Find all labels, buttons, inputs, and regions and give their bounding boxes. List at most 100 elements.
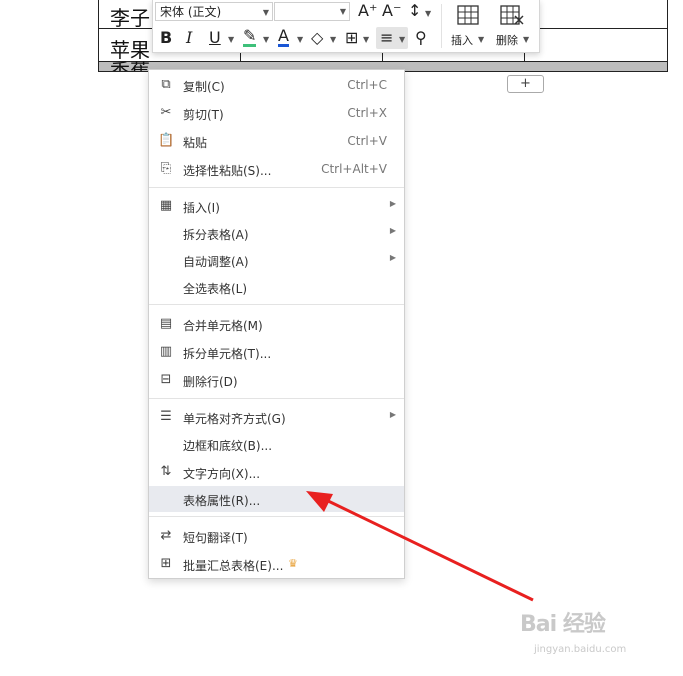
menu-item-copy[interactable]: ⧉ 复制(C) Ctrl+C xyxy=(149,72,404,98)
table-insert-icon: ▦ xyxy=(159,198,173,213)
table-insert-icon xyxy=(457,5,479,25)
menu-item-label: 全选表格(L) xyxy=(183,282,248,296)
crown-icon: ♛ xyxy=(288,557,298,570)
menu-item-split-table[interactable]: 拆分表格(A) ▶ xyxy=(149,220,404,246)
chevron-down-icon: ▼ xyxy=(262,8,269,17)
menu-item-label: 批量汇总表格(E)... xyxy=(183,559,284,573)
menu-item-batch-summary[interactable]: ⊞ 批量汇总表格(E)... ♛ xyxy=(149,551,404,577)
menu-item-label: 拆分表格(A) xyxy=(183,228,249,242)
menu-item-label: 合并单元格(M) xyxy=(183,319,263,333)
chevron-down-icon: ▼ xyxy=(330,35,337,44)
menu-item-cut[interactable]: ✂ 剪切(T) Ctrl+X xyxy=(149,100,404,126)
menu-separator xyxy=(149,187,404,188)
menu-item-shortcut: Ctrl+X xyxy=(347,106,387,120)
line-spacing-button[interactable]: ↕ xyxy=(408,1,421,20)
submenu-arrow-icon: ▶ xyxy=(389,410,396,419)
menu-item-merge-cells[interactable]: ▤ 合并单元格(M) xyxy=(149,311,404,337)
format-painter-button[interactable]: ⚲ xyxy=(415,28,427,47)
menu-item-select-table[interactable]: 全选表格(L) xyxy=(149,274,404,300)
menu-item-label: 复制(C) xyxy=(183,80,225,94)
translate-icon: ⇄ xyxy=(160,528,172,543)
paste-icon: 📋 xyxy=(158,133,175,148)
grow-font-button[interactable]: A⁺ xyxy=(358,1,377,20)
menu-item-translate[interactable]: ⇄ 短句翻译(T) xyxy=(149,523,404,549)
submenu-arrow-icon: ▶ xyxy=(389,253,396,262)
delete-button[interactable]: 删除 ▼ xyxy=(493,3,533,49)
menu-item-label: 自动调整(A) xyxy=(183,255,249,269)
submenu-arrow-icon: ▶ xyxy=(389,199,396,208)
menu-item-shortcut: Ctrl+C xyxy=(347,78,387,92)
menu-item-text-direction[interactable]: ⇅ 文字方向(X)... xyxy=(149,459,404,485)
table-cell[interactable]: 李子 xyxy=(110,2,150,31)
add-row-button[interactable]: + xyxy=(507,75,544,93)
text-direction-icon: ⇅ xyxy=(160,464,172,479)
menu-item-label: 选择性粘贴(S)... xyxy=(183,164,272,178)
table-cell[interactable]: 香蕉 xyxy=(110,61,150,71)
watermark-site: jingyan.baidu.com xyxy=(534,644,627,655)
baidu-jingyan-watermark: Bai 经验 jingyan.baidu.com xyxy=(520,600,680,670)
chevron-down-icon: ▼ xyxy=(228,35,235,44)
menu-item-label: 插入(I) xyxy=(183,201,220,215)
menu-item-delete-row[interactable]: ⊟ 删除行(D) xyxy=(149,367,404,393)
chevron-down-icon: ▼ xyxy=(399,35,406,44)
split-cells-icon: ▥ xyxy=(159,344,173,359)
menu-item-autofit[interactable]: 自动调整(A) ▶ xyxy=(149,247,404,273)
menu-separator xyxy=(149,304,404,305)
chevron-down-icon: ▼ xyxy=(263,35,270,44)
delete-row-icon: ⊟ xyxy=(160,372,172,387)
chevron-down-icon: ▼ xyxy=(297,35,304,44)
mini-toolbar: 宋体 (正文) ▼ ▼ A⁺ A⁻ ↕ ▼ B I U ▼ ✎ ▼ A ▼ ◇ … xyxy=(152,0,540,53)
chevron-down-icon: ▼ xyxy=(478,35,485,44)
menu-item-label: 拆分单元格(T)... xyxy=(183,347,272,361)
menu-item-label: 边框和底纹(B)... xyxy=(183,439,273,453)
menu-item-label: 表格属性(R)... xyxy=(183,494,261,508)
menu-item-label: 删除行(D) xyxy=(183,375,238,389)
menu-item-insert[interactable]: ▦ 插入(I) ▶ xyxy=(149,193,404,219)
menu-item-label: 单元格对齐方式(G) xyxy=(183,412,286,426)
menu-separator xyxy=(149,516,404,517)
font-name-value: 宋体 (正文) xyxy=(160,5,222,19)
insert-label: 插入 xyxy=(451,34,473,47)
shading-button[interactable]: ◇ xyxy=(311,28,323,47)
copy-icon: ⧉ xyxy=(161,77,171,92)
paste-special-icon: ⎘ xyxy=(160,161,172,176)
cell-align-icon: ☰ xyxy=(160,409,172,424)
menu-item-label: 短句翻译(T) xyxy=(183,531,248,545)
insert-button[interactable]: 插入 ▼ xyxy=(449,3,489,49)
context-menu: ⧉ 复制(C) Ctrl+C ✂ 剪切(T) Ctrl+X 📋 粘贴 Ctrl+… xyxy=(148,69,405,579)
highlight-button[interactable]: ✎ xyxy=(243,28,257,47)
menu-item-label: 剪切(T) xyxy=(183,108,224,122)
watermark-logo: Bai 经验 xyxy=(520,612,606,637)
menu-item-shortcut: Ctrl+Alt+V xyxy=(321,162,387,176)
font-color-button[interactable]: A xyxy=(278,28,289,47)
menu-item-cell-alignment[interactable]: ☰ 单元格对齐方式(G) ▶ xyxy=(149,404,404,430)
italic-button[interactable]: I xyxy=(186,28,192,47)
menu-separator xyxy=(149,398,404,399)
chevron-down-icon: ▼ xyxy=(339,7,346,16)
toolbar-divider xyxy=(441,4,442,48)
font-size-select[interactable]: ▼ xyxy=(274,2,350,21)
menu-item-table-properties[interactable]: 表格属性(R)... xyxy=(149,486,404,512)
menu-item-paste[interactable]: 📋 粘贴 Ctrl+V xyxy=(149,128,404,154)
menu-item-paste-special[interactable]: ⎘ 选择性粘贴(S)... Ctrl+Alt+V xyxy=(149,156,404,182)
table-cell[interactable]: 苹果 xyxy=(110,34,150,63)
borders-button[interactable]: ⊞ xyxy=(345,28,358,47)
menu-item-label: 粘贴 xyxy=(183,136,208,150)
batch-summary-icon: ⊞ xyxy=(160,556,172,571)
table-delete-icon xyxy=(500,5,524,25)
chevron-down-icon: ▼ xyxy=(523,35,530,44)
chevron-down-icon: ▼ xyxy=(363,35,370,44)
shrink-font-button[interactable]: A⁻ xyxy=(382,1,401,20)
underline-button[interactable]: U xyxy=(209,28,221,47)
menu-item-label: 文字方向(X)... xyxy=(183,467,261,481)
bold-button[interactable]: B xyxy=(160,28,172,47)
menu-item-split-cells[interactable]: ▥ 拆分单元格(T)... xyxy=(149,339,404,365)
align-button[interactable]: ≡ xyxy=(380,28,393,47)
scissors-icon: ✂ xyxy=(160,105,172,120)
font-name-select[interactable]: 宋体 (正文) ▼ xyxy=(155,2,273,21)
chevron-down-icon: ▼ xyxy=(425,9,432,18)
menu-item-shortcut: Ctrl+V xyxy=(347,134,387,148)
delete-label: 删除 xyxy=(496,34,518,47)
menu-item-borders-shading[interactable]: 边框和底纹(B)... xyxy=(149,431,404,457)
submenu-arrow-icon: ▶ xyxy=(389,226,396,235)
